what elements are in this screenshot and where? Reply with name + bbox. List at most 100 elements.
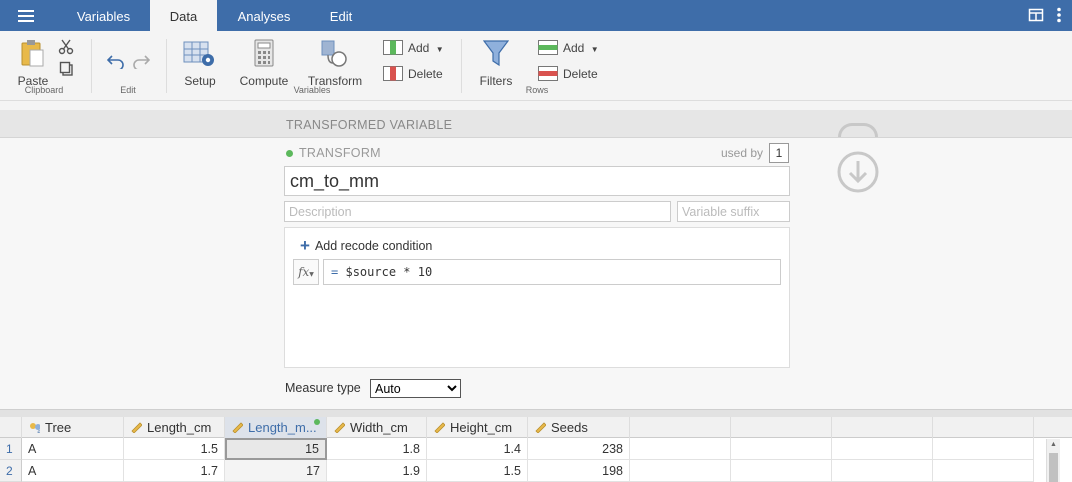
- column-header-empty[interactable]: [832, 417, 933, 438]
- column-name: Seeds: [551, 420, 588, 435]
- add-recode-label: Add recode condition: [314, 239, 433, 253]
- variables-group-label: Variables: [293, 85, 331, 95]
- transform-button[interactable]: Transform: [306, 37, 364, 88]
- column-header-empty[interactable]: [933, 417, 1034, 438]
- table-cell[interactable]: 1.5: [427, 460, 528, 482]
- table-cell[interactable]: [832, 460, 933, 482]
- redo-icon[interactable]: [132, 53, 150, 69]
- table-cell[interactable]: 198: [528, 460, 630, 482]
- table-cell[interactable]: 17: [225, 460, 327, 482]
- add-recode-condition-button[interactable]: + Add recode condition: [300, 236, 432, 256]
- svg-text:a: a: [37, 428, 40, 433]
- table-cell[interactable]: 1.5: [124, 438, 225, 460]
- column-header-height-cm[interactable]: Height_cm: [427, 417, 528, 438]
- continuous-ruler-icon: [232, 422, 243, 433]
- scroll-up-icon[interactable]: ▲: [1050, 441, 1057, 448]
- transform-icon: [321, 40, 347, 67]
- function-picker-button[interactable]: fx▼: [293, 259, 319, 285]
- compute-button[interactable]: Compute: [238, 37, 290, 88]
- previous-variable-button[interactable]: [838, 123, 878, 137]
- copy-icon[interactable]: [59, 61, 75, 77]
- table-cell[interactable]: [933, 460, 1034, 482]
- tab-edit[interactable]: Edit: [312, 0, 370, 31]
- split-view-icon[interactable]: [1028, 7, 1044, 23]
- table-cell[interactable]: [731, 460, 832, 482]
- table-cell[interactable]: A: [22, 438, 124, 460]
- table-cell[interactable]: 1.7: [124, 460, 225, 482]
- column-header-empty[interactable]: [630, 417, 731, 438]
- corner-cell[interactable]: [0, 417, 22, 438]
- continuous-ruler-icon: [535, 422, 546, 433]
- tab-variables[interactable]: Variables: [58, 0, 149, 31]
- setup-icon: [183, 41, 214, 66]
- undo-icon[interactable]: [107, 53, 125, 69]
- formula-equals: =: [331, 265, 339, 279]
- clipboard-group-label: Clipboard: [24, 85, 64, 95]
- table-cell[interactable]: 1.8: [327, 438, 427, 460]
- ribbon-divider: [461, 39, 462, 93]
- column-header-seeds[interactable]: Seeds: [528, 417, 630, 438]
- table-cell[interactable]: 1.4: [427, 438, 528, 460]
- table-cell[interactable]: [630, 460, 731, 482]
- table-cell[interactable]: [731, 438, 832, 460]
- measure-type-select[interactable]: Auto: [370, 379, 461, 398]
- column-name: Height_cm: [450, 420, 513, 435]
- top-bar: Variables Data Analyses Edit: [0, 0, 1072, 31]
- table-cell[interactable]: [832, 438, 933, 460]
- ribbon-divider: [166, 39, 167, 93]
- data-ribbon: Paste Clipboard Edit Setup Compute Trans…: [0, 31, 1072, 101]
- cut-icon[interactable]: [58, 39, 74, 55]
- add-row-label: Add: [563, 41, 585, 55]
- add-variable-label: Add: [408, 41, 430, 55]
- row-header-2[interactable]: 2: [0, 460, 22, 482]
- delete-variable-button[interactable]: Delete: [383, 66, 443, 81]
- column-header-tree[interactable]: a Tree: [22, 417, 124, 438]
- table-cell[interactable]: [933, 438, 1034, 460]
- used-by-label: used by: [721, 146, 764, 160]
- selected-table-cell[interactable]: 15: [225, 438, 327, 460]
- column-header-row: a Tree Length_cm Length_m... Width_cm Hei…: [0, 417, 1072, 438]
- column-name: Length_m...: [248, 420, 317, 435]
- rows-group-label: Rows: [525, 85, 549, 95]
- more-options-icon[interactable]: [1053, 7, 1065, 23]
- table-cell[interactable]: 238: [528, 438, 630, 460]
- dropdown-arrow-icon: ▼: [309, 271, 314, 278]
- table-cell[interactable]: [630, 438, 731, 460]
- measure-type-label: Measure type: [285, 381, 361, 395]
- formula-field[interactable]: = $source * 10: [323, 259, 781, 285]
- used-by-count[interactable]: 1: [769, 143, 789, 163]
- hamburger-menu-icon[interactable]: [18, 10, 34, 22]
- table-cell[interactable]: 1.9: [327, 460, 427, 482]
- column-header-empty[interactable]: [731, 417, 832, 438]
- paste-button[interactable]: Paste: [14, 37, 52, 88]
- tab-analyses[interactable]: Analyses: [220, 0, 308, 31]
- description-field[interactable]: [284, 201, 671, 222]
- tab-data[interactable]: Data: [150, 0, 217, 31]
- table-cell[interactable]: A: [22, 460, 124, 482]
- panel-splitter[interactable]: [0, 409, 1072, 417]
- setup-button[interactable]: Setup: [180, 37, 220, 88]
- column-header-length-mm[interactable]: Length_m...: [225, 417, 327, 438]
- column-header-width-cm[interactable]: Width_cm: [327, 417, 427, 438]
- setup-label: Setup: [184, 74, 216, 88]
- next-variable-icon[interactable]: [837, 151, 879, 193]
- column-header-empty[interactable]: [1034, 417, 1072, 438]
- transform-name-field[interactable]: [284, 166, 790, 196]
- add-variable-button[interactable]: Add ▼: [383, 40, 444, 55]
- delete-row-label: Delete: [563, 67, 598, 81]
- delete-row-button[interactable]: Delete: [538, 66, 598, 81]
- nominal-text-icon: a: [30, 423, 40, 433]
- fx-icon: fx: [298, 265, 310, 279]
- filters-button[interactable]: Filters: [476, 37, 516, 88]
- scrollbar-thumb[interactable]: [1049, 453, 1058, 482]
- variable-suffix-field[interactable]: [677, 201, 790, 222]
- row-header-1[interactable]: 1: [0, 438, 22, 460]
- column-name: Length_cm: [147, 420, 212, 435]
- vertical-scrollbar[interactable]: ▲: [1046, 439, 1060, 482]
- dropdown-arrow-icon: ▼: [590, 45, 599, 54]
- ribbon-divider: [91, 39, 92, 93]
- filter-icon: [483, 40, 509, 67]
- add-row-button[interactable]: Add ▼: [538, 40, 599, 55]
- dropdown-arrow-icon: ▼: [435, 45, 444, 54]
- column-header-length-cm[interactable]: Length_cm: [124, 417, 225, 438]
